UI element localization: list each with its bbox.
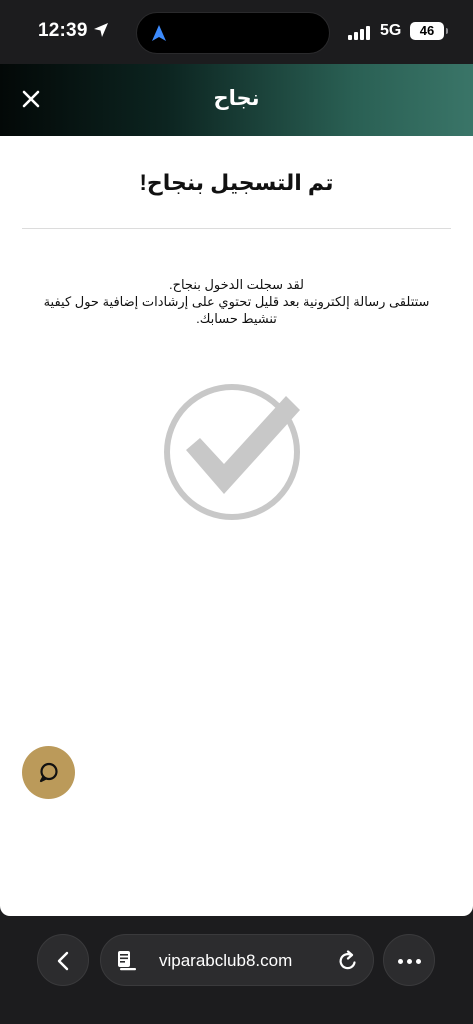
modal-header: نجاح bbox=[0, 64, 473, 136]
modal-body: تم التسجيل بنجاح! لقد سجلت الدخول بنجاح.… bbox=[0, 136, 473, 916]
url-text: viparabclub8.com bbox=[159, 951, 293, 970]
message-line: ستتلقى رسالة إلكترونية بعد قليل تحتوي عل… bbox=[43, 294, 430, 309]
battery-icon: 46 bbox=[410, 22, 448, 40]
message-line: تنشيط حسابك. bbox=[196, 311, 277, 326]
more-icon bbox=[407, 959, 412, 964]
battery-level: 46 bbox=[419, 23, 435, 38]
divider bbox=[22, 228, 451, 229]
modal-title: نجاح bbox=[213, 87, 260, 110]
network-label: 5G bbox=[380, 22, 402, 39]
status-bar: 12:39 5G 46 bbox=[0, 0, 473, 64]
success-heading: تم التسجيل بنجاح! bbox=[139, 170, 334, 195]
more-icon bbox=[398, 959, 403, 964]
reload-icon[interactable] bbox=[337, 950, 359, 972]
chat-bubble-icon bbox=[39, 762, 58, 783]
more-icon bbox=[416, 959, 421, 964]
page-settings-icon bbox=[118, 951, 136, 971]
browser-toolbar: viparabclub8.com bbox=[0, 916, 473, 1024]
location-arrow-icon bbox=[94, 23, 108, 37]
address-bar[interactable]: viparabclub8.com bbox=[100, 934, 374, 986]
navigation-icon bbox=[152, 25, 166, 41]
checkmark-circle-icon bbox=[164, 384, 300, 520]
status-time: 12:39 bbox=[38, 20, 88, 41]
dynamic-island bbox=[136, 12, 330, 54]
back-button[interactable] bbox=[37, 934, 89, 986]
message-line: لقد سجلت الدخول بنجاح. bbox=[168, 277, 305, 292]
chat-button[interactable] bbox=[22, 746, 75, 799]
more-button[interactable] bbox=[383, 934, 435, 986]
signal-icon bbox=[348, 24, 374, 40]
success-message: لقد سجلت الدخول بنجاح. ستتلقى رسالة إلكت… bbox=[30, 276, 443, 327]
chevron-left-icon bbox=[57, 951, 69, 971]
